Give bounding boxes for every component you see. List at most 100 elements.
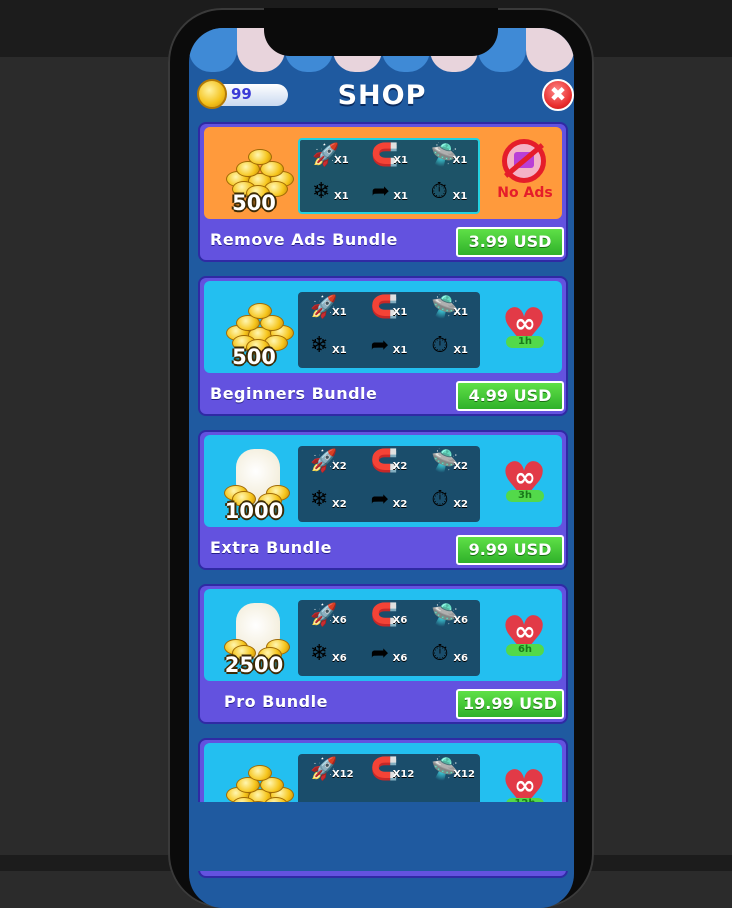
coin-amount: 500 [232, 191, 276, 215]
powerup-quantity: X12 [453, 769, 475, 780]
unlimited-lives-duration: 1h [506, 336, 544, 348]
powerup-item: 🧲 X6 [359, 600, 420, 638]
powerup-quantity: X1 [392, 307, 408, 318]
list-footer [189, 802, 574, 871]
powerup-item: ⏱ X1 [419, 176, 478, 212]
powerup-item: 🚀 X2 [298, 446, 359, 484]
stopwatch-icon: ⏱ [431, 641, 449, 666]
powerup-quantity: X6 [392, 653, 408, 664]
coin-amount: 2500 [224, 653, 284, 677]
shop-title: SHOP [337, 80, 427, 111]
infinity-icon: ∞ [514, 771, 536, 801]
bundle-contents: 500 🚀 X1 🧲 X1 🛸 X1 ❄ X1 ➦ X1 ⏱ X1 No Ads [204, 127, 562, 219]
bundle-contents: 2500 🚀 X6 🧲 X6 🛸 X6 ❄ X6 ➦ X6 ⏱ X6 ♥ ∞ 6h [204, 589, 562, 681]
bundle-contents: 1000 🚀 X2 🧲 X2 🛸 X2 ❄ X2 ➦ X2 ⏱ X2 ♥ ∞ 3h [204, 435, 562, 527]
powerup-item: 🚀 X1 [300, 140, 359, 176]
powerup-item: 🚀 X12 [298, 754, 359, 792]
powerup-item: 🧲 X1 [359, 292, 420, 330]
snowflake-icon: ❄ [310, 641, 329, 666]
powerup-item: ➦ X1 [359, 176, 418, 212]
powerup-quantity: X6 [392, 615, 408, 626]
buy-button[interactable]: 9.99 USD [456, 535, 564, 565]
bundle-name: Beginners Bundle [210, 384, 378, 403]
coin-amount: 1000 [224, 499, 284, 523]
powerup-item: 🛸 X1 [419, 140, 478, 176]
snowflake-icon: ❄ [312, 179, 331, 204]
close-button[interactable]: ✖ [542, 79, 574, 111]
powerup-item: ❄ X6 [298, 638, 359, 676]
powerup-quantity: X2 [332, 499, 347, 510]
powerup-item: ➦ X2 [359, 484, 420, 522]
infinity-icon: ∞ [514, 309, 536, 339]
powerup-quantity: X2 [453, 461, 468, 472]
powerup-quantity: X6 [332, 653, 347, 664]
unlimited-lives-duration: 6h [506, 644, 544, 656]
stopwatch-icon: ⏱ [431, 487, 449, 512]
coin-icon [197, 79, 227, 109]
powerup-quantity: X6 [453, 615, 468, 626]
bundle-name: Remove Ads Bundle [210, 230, 398, 249]
snowflake-icon: ❄ [310, 333, 329, 358]
powerup-grid: 🚀 X1 🧲 X1 🛸 X1 ❄ X1 ➦ X1 ⏱ X1 [298, 292, 480, 368]
bundle-card[interactable]: 2500 🚀 X6 🧲 X6 🛸 X6 ❄ X6 ➦ X6 ⏱ X6 ♥ ∞ 6h Pro Bundle 19.9… [198, 584, 568, 724]
powerup-quantity: X1 [453, 345, 468, 356]
snowflake-icon: ❄ [310, 487, 329, 512]
powerup-item: ⏱ X2 [419, 484, 480, 522]
buy-button[interactable]: 19.99 USD [456, 689, 564, 719]
powerup-quantity: X6 [453, 653, 468, 664]
coin-balance: 99 [231, 85, 252, 103]
bundle-contents: 500 🚀 X1 🧲 X1 🛸 X1 ❄ X1 ➦ X1 ⏱ X1 ♥ ∞ 1h [204, 281, 562, 373]
powerup-quantity: X2 [392, 461, 408, 472]
powerup-quantity: X2 [453, 499, 468, 510]
powerup-item: ⏱ X6 [419, 638, 480, 676]
powerup-item: ⏱ X1 [419, 330, 480, 368]
powerup-item: ➦ X6 [359, 638, 420, 676]
bundle-card[interactable]: 1000 🚀 X2 🧲 X2 🛸 X2 ❄ X2 ➦ X2 ⏱ X2 ♥ ∞ 3h Extra Bundle 9.… [198, 430, 568, 570]
arrow-icon: ➦ [370, 641, 390, 666]
powerup-quantity: X12 [332, 769, 354, 780]
unlimited-lives-duration: 3h [506, 490, 544, 502]
powerup-item: 🧲 X2 [359, 446, 420, 484]
stopwatch-icon: ⏱ [431, 333, 449, 358]
powerup-grid: 🚀 X2 🧲 X2 🛸 X2 ❄ X2 ➦ X2 ⏱ X2 [298, 446, 480, 522]
phone-notch [264, 8, 498, 56]
powerup-quantity: X6 [332, 615, 347, 626]
powerup-grid: 🚀 X1 🧲 X1 🛸 X1 ❄ X1 ➦ X1 ⏱ X1 [298, 138, 480, 214]
powerup-quantity: X1 [334, 155, 349, 166]
powerup-item: 🛸 X2 [419, 446, 480, 484]
powerup-quantity: X1 [452, 191, 468, 202]
powerup-quantity: X2 [332, 461, 347, 472]
powerup-quantity: X1 [393, 155, 408, 166]
infinity-icon: ∞ [514, 463, 536, 493]
bundle-name: Extra Bundle [210, 538, 332, 557]
powerup-item: ❄ X1 [298, 330, 359, 368]
no-ads-badge: No Ads [496, 139, 556, 209]
bundle-card[interactable]: 500 🚀 X1 🧲 X1 🛸 X1 ❄ X1 ➦ X1 ⏱ X1 No Ads Remove Ads Bu… [198, 122, 568, 262]
powerup-quantity: X1 [334, 191, 349, 202]
buy-button[interactable]: 4.99 USD [456, 381, 564, 411]
bundle-card[interactable]: 500 🚀 X1 🧲 X1 🛸 X1 ❄ X1 ➦ X1 ⏱ X1 ♥ ∞ 1h Beginners Bundl… [198, 276, 568, 416]
powerup-item: 🛸 X1 [419, 292, 480, 330]
powerup-item: 🛸 X12 [419, 754, 480, 792]
powerup-item: ➦ X1 [359, 330, 420, 368]
powerup-quantity: X1 [453, 307, 468, 318]
arrow-icon: ➦ [371, 179, 390, 204]
powerup-quantity: X1 [392, 345, 408, 356]
buy-button[interactable]: 3.99 USD [456, 227, 564, 257]
powerup-item: 🚀 X6 [298, 600, 359, 638]
no-ads-label: No Ads [497, 185, 553, 201]
powerup-item: 🧲 X1 [359, 140, 418, 176]
powerup-quantity: X2 [392, 499, 408, 510]
powerup-quantity: X1 [452, 155, 468, 166]
coin-amount: 500 [232, 345, 276, 369]
powerup-item: 🛸 X6 [419, 600, 480, 638]
powerup-quantity: X1 [332, 345, 347, 356]
powerup-quantity: X1 [332, 307, 347, 318]
powerup-quantity: X12 [392, 769, 415, 780]
infinity-icon: ∞ [514, 617, 536, 647]
powerup-item: 🚀 X1 [298, 292, 359, 330]
arrow-icon: ➦ [370, 487, 390, 512]
powerup-item: 🧲 X12 [359, 754, 420, 792]
powerup-item: ❄ X2 [298, 484, 359, 522]
bundle-name: Pro Bundle [224, 692, 328, 711]
